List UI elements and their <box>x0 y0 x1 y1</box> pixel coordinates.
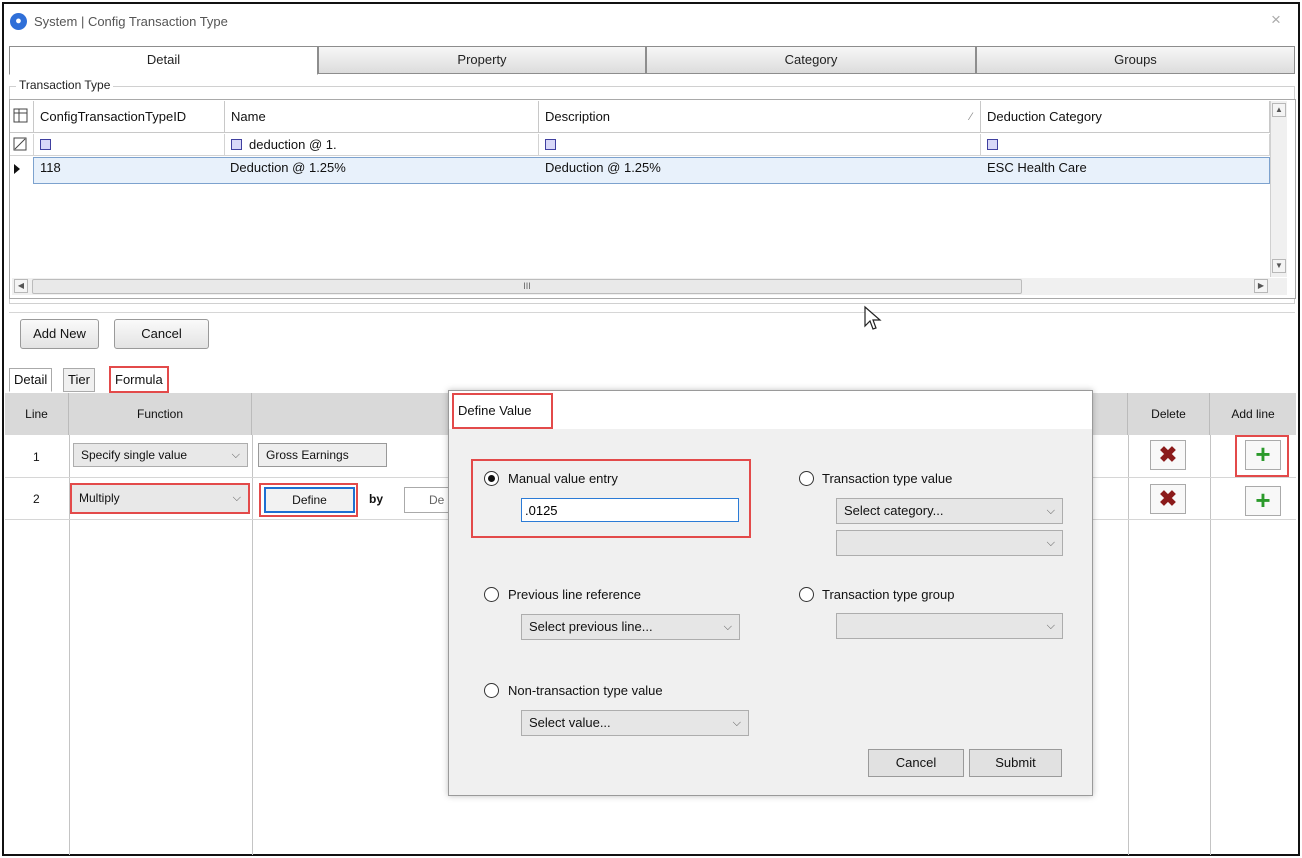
add-line-2-icon[interactable]: + <box>1245 486 1281 516</box>
non-transaction-radio[interactable] <box>484 683 499 698</box>
subtab-formula[interactable]: Formula <box>109 366 169 393</box>
vertical-scrollbar[interactable]: ▲ ▼ <box>1270 101 1287 277</box>
formula-header-delete: Delete <box>1128 393 1210 435</box>
col-header-description[interactable]: Description ⁄ <box>539 101 981 133</box>
transaction-type-value-label: Transaction type value <box>822 471 953 486</box>
filter-cell-category[interactable] <box>981 134 1270 156</box>
transaction-app-icon: ● <box>10 13 27 30</box>
dialog-cancel-button[interactable]: Cancel <box>868 749 964 777</box>
filter-operator-icon[interactable] <box>40 139 51 151</box>
formula-header-add-line: Add line <box>1210 393 1296 435</box>
chevron-down-icon: ⌵ <box>1046 505 1055 517</box>
transaction-type-dropdown[interactable]: ⌵ <box>836 530 1063 556</box>
row-description: Deduction @ 1.25% <box>545 160 661 175</box>
previous-line-radio[interactable] <box>484 587 499 602</box>
column-divider <box>1210 435 1211 855</box>
chevron-down-icon: ⌵ <box>231 449 240 461</box>
formula-header-function: Function <box>69 393 252 435</box>
column-chooser-icon[interactable] <box>10 101 34 133</box>
formula-header-line: Line <box>5 393 69 435</box>
filter-name-text: deduction @ 1. <box>249 137 337 152</box>
filter-cell-description[interactable] <box>539 134 981 156</box>
select-previous-line-dropdown[interactable]: Select previous line... ⌵ <box>521 614 740 640</box>
add-line-1-icon[interactable]: + <box>1245 440 1281 470</box>
transaction-type-group-label: Transaction type group <box>822 587 955 602</box>
manual-value-input[interactable] <box>521 498 739 522</box>
filter-operator-icon[interactable] <box>231 139 242 151</box>
formula-line-number: 1 <box>33 450 40 464</box>
function-select-value: Specify single value <box>81 448 188 462</box>
value-field-line-1[interactable]: Gross Earnings <box>258 443 387 467</box>
transaction-type-group-radio[interactable] <box>799 587 814 602</box>
function-select-line-1[interactable]: Specify single value ⌵ <box>73 443 248 467</box>
chevron-down-icon: ⌵ <box>1046 537 1055 549</box>
col-header-deduction-category[interactable]: Deduction Category <box>981 101 1270 133</box>
define-button[interactable]: Define <box>264 487 355 513</box>
scroll-up-icon[interactable]: ▲ <box>1272 103 1286 117</box>
delete-line-1-icon[interactable]: ✖ <box>1150 440 1186 470</box>
select-category-dropdown[interactable]: Select category... ⌵ <box>836 498 1063 524</box>
scroll-left-icon[interactable]: ◀ <box>14 279 28 293</box>
delete-line-2-icon[interactable]: ✖ <box>1150 484 1186 514</box>
window-title: System | Config Transaction Type <box>34 14 228 29</box>
select-previous-line-value: Select previous line... <box>529 619 653 634</box>
function-select-line-2[interactable]: Multiply ⌵ <box>70 483 250 514</box>
transaction-type-group-dropdown[interactable]: ⌵ <box>836 613 1063 639</box>
sort-indicator-icon: ⁄ <box>970 111 972 123</box>
filter-cell-id[interactable] <box>34 134 225 156</box>
subtab-tier[interactable]: Tier <box>63 368 95 392</box>
add-new-button[interactable]: Add New <box>20 319 99 349</box>
cancel-button[interactable]: Cancel <box>114 319 209 349</box>
manual-value-label: Manual value entry <box>508 471 618 486</box>
select-value-value: Select value... <box>529 715 611 730</box>
chevron-down-icon: ⌵ <box>232 492 241 504</box>
filter-operator-icon[interactable] <box>987 139 998 151</box>
tab-property[interactable]: Property <box>318 46 646 74</box>
column-divider <box>252 435 253 855</box>
transaction-type-group-label: Transaction Type <box>16 78 114 92</box>
column-divider <box>1128 435 1129 855</box>
by-label: by <box>369 492 384 506</box>
tab-detail[interactable]: Detail <box>9 46 318 75</box>
row-name: Deduction @ 1.25% <box>230 160 346 175</box>
scroll-down-icon[interactable]: ▼ <box>1272 259 1286 273</box>
col-header-id[interactable]: ConfigTransactionTypeID <box>34 101 225 133</box>
non-transaction-label: Non-transaction type value <box>508 683 663 698</box>
row-indicator-icon <box>14 164 20 174</box>
select-category-value: Select category... <box>844 503 944 518</box>
row-category: ESC Health Care <box>987 160 1087 175</box>
transaction-type-value-radio[interactable] <box>799 471 814 486</box>
clear-filter-icon[interactable] <box>10 134 34 156</box>
chevron-down-icon: ⌵ <box>732 717 741 729</box>
tab-category[interactable]: Category <box>646 46 976 74</box>
formula-line-number: 2 <box>33 492 40 506</box>
scroll-right-icon[interactable]: ▶ <box>1254 279 1268 293</box>
dialog-submit-button[interactable]: Submit <box>969 749 1062 777</box>
dialog-title: Define Value <box>458 403 532 418</box>
define-right-button[interactable]: De <box>404 487 452 513</box>
scroll-thumb[interactable]: III <box>32 279 1022 294</box>
function-select-value: Multiply <box>79 491 120 505</box>
filter-cell-name[interactable]: deduction @ 1. <box>225 134 539 156</box>
select-value-dropdown[interactable]: Select value... ⌵ <box>521 710 749 736</box>
manual-value-radio[interactable] <box>484 471 499 486</box>
row-id: 118 <box>40 160 61 175</box>
horizontal-scrollbar[interactable]: ◀ III ▶ <box>12 278 1287 295</box>
filter-operator-icon[interactable] <box>545 139 556 151</box>
subtab-detail[interactable]: Detail <box>9 368 53 392</box>
tab-groups[interactable]: Groups <box>976 46 1295 74</box>
col-header-description-label: Description <box>545 109 611 124</box>
close-icon[interactable]: × <box>1271 11 1281 29</box>
previous-line-label: Previous line reference <box>508 587 641 602</box>
mouse-pointer-icon <box>860 304 884 337</box>
chevron-down-icon: ⌵ <box>723 621 732 633</box>
chevron-down-icon: ⌵ <box>1046 620 1055 632</box>
col-header-name[interactable]: Name <box>225 101 539 133</box>
